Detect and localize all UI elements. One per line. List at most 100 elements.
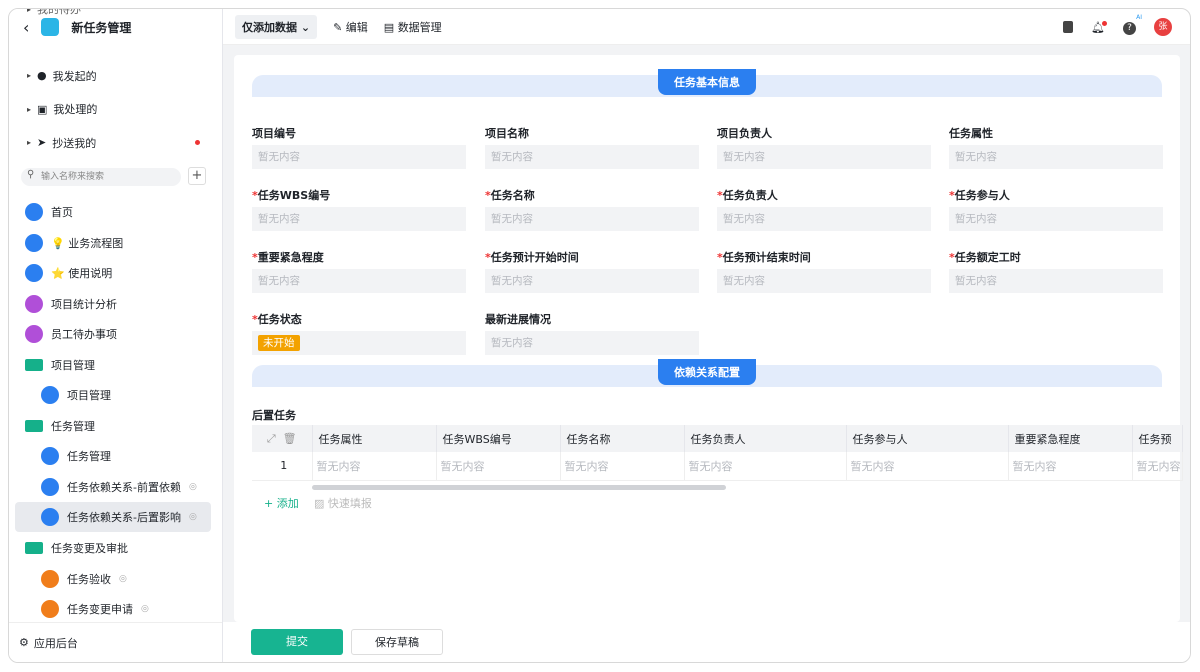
form-field: *任务预计结束时间 暂无内容 bbox=[717, 249, 931, 293]
field-label-text: 任务属性 bbox=[949, 127, 993, 140]
sidebar-item[interactable]: 项目管理 bbox=[15, 380, 211, 410]
sidebar-item-label: 任务变更及审批 bbox=[51, 542, 128, 555]
panel-icon[interactable] bbox=[1063, 21, 1074, 33]
mode-dropdown[interactable]: 仅添加数据 ⌄ bbox=[235, 14, 318, 39]
sidebar-item-label: ⭐ 使用说明 bbox=[51, 267, 113, 280]
edit-button[interactable]: ✎ 编辑 bbox=[333, 19, 368, 35]
table-cell[interactable]: 暂无内容 bbox=[312, 452, 437, 481]
sidebar-item[interactable]: 任务管理 bbox=[15, 441, 211, 471]
add-button[interactable]: + bbox=[188, 167, 206, 185]
field-input[interactable]: 暂无内容 bbox=[485, 269, 699, 293]
mode-label: 仅添加数据 bbox=[242, 20, 297, 34]
field-input[interactable]: 暂无内容 bbox=[717, 207, 931, 231]
form-card: 任务基本信息 项目编号 暂无内容 项目名称 暂无内容 项目负责人 暂无内容 任务属性 暂无内容… bbox=[234, 55, 1183, 622]
bell-icon[interactable]: 🔔︎ bbox=[1091, 20, 1107, 34]
group-initiated[interactable]: ▸ ● 我发起的 bbox=[9, 59, 222, 93]
avatar[interactable]: 张 bbox=[1154, 18, 1172, 36]
submit-button[interactable]: 提交 bbox=[251, 629, 343, 655]
column-header: 任务属性 bbox=[312, 425, 437, 452]
table-cell[interactable]: 暂无内容 bbox=[1008, 452, 1133, 481]
sidebar-item[interactable]: 💡 业务流程图 bbox=[15, 228, 211, 258]
save-draft-button[interactable]: 保存草稿 bbox=[351, 629, 443, 655]
sidebar-item-label: 任务管理 bbox=[67, 450, 111, 463]
sidebar-search-input[interactable]: 输入名称来搜索 bbox=[21, 168, 181, 186]
group-label: 我的待办 bbox=[37, 8, 82, 16]
trash-icon[interactable]: 🗑︎ bbox=[283, 432, 297, 445]
field-input[interactable]: 暂无内容 bbox=[252, 207, 466, 231]
field-label-text: 任务名称 bbox=[490, 189, 535, 202]
group-todo[interactable]: ▸ 我的待办 bbox=[9, 8, 222, 17]
sidebar-item[interactable]: 任务依赖关系-后置影响 ◎ bbox=[15, 502, 211, 532]
field-input[interactable]: 暂无内容 bbox=[485, 145, 699, 169]
sidebar-item[interactable]: 项目管理 bbox=[15, 350, 211, 380]
field-value[interactable]: 未开始 bbox=[252, 331, 466, 355]
field-input[interactable]: 暂无内容 bbox=[485, 331, 699, 355]
field-input[interactable]: 暂无内容 bbox=[252, 269, 466, 293]
ai-badge: AI bbox=[1136, 13, 1142, 21]
field-label: *任务负责人 bbox=[717, 187, 931, 207]
sidebar-item[interactable]: 任务验收 ◎ bbox=[15, 564, 211, 594]
field-label-text: 项目负责人 bbox=[717, 127, 772, 140]
send-icon: ➤ bbox=[37, 136, 47, 150]
quick-fill-button[interactable]: ▨ 快速填报 bbox=[314, 495, 372, 511]
expand-icon[interactable]: ⤢ bbox=[267, 432, 276, 445]
folder-icon bbox=[25, 420, 43, 432]
sidebar-item[interactable]: 首页 bbox=[15, 197, 211, 227]
group-label: 我处理的 bbox=[53, 103, 98, 117]
horizontal-scrollbar[interactable] bbox=[312, 485, 726, 490]
table-cell[interactable]: 暂无内容 bbox=[560, 452, 685, 481]
hidden-eye-icon: ◎ bbox=[119, 574, 127, 584]
check-box-icon: ▣ bbox=[37, 102, 48, 116]
table-cell[interactable]: 暂无内容 bbox=[846, 452, 1009, 481]
field-input[interactable]: 暂无内容 bbox=[949, 145, 1163, 169]
field-label-text: 项目编号 bbox=[252, 127, 296, 140]
field-input[interactable]: 暂无内容 bbox=[717, 269, 931, 293]
form-field: 项目编号 暂无内容 bbox=[252, 125, 466, 169]
sidebar-item[interactable]: 任务变更申请 ◎ bbox=[15, 594, 211, 624]
sidebar-item[interactable]: 员工待办事项 bbox=[15, 319, 211, 349]
field-input[interactable]: 暂无内容 bbox=[949, 269, 1163, 293]
caret-icon: ▸ bbox=[27, 138, 32, 148]
form-field: *任务名称 暂无内容 bbox=[485, 187, 699, 231]
search-icon: ⚲ bbox=[27, 169, 35, 180]
sidebar-item-label: 任务依赖关系-后置影响 bbox=[67, 511, 181, 524]
sidebar-item-label: 任务变更申请 bbox=[67, 603, 133, 616]
field-label-text: 任务额定工时 bbox=[954, 251, 1021, 264]
sidebar-item[interactable]: 任务依赖关系-前置依赖 ◎ bbox=[15, 472, 211, 502]
sidebar-item[interactable]: 项目统计分析 bbox=[15, 289, 211, 319]
page-icon bbox=[41, 447, 59, 465]
back-icon[interactable]: ‹ bbox=[23, 18, 29, 37]
table-cell[interactable]: 暂无内容 bbox=[684, 452, 847, 481]
form-field: *任务额定工时 暂无内容 bbox=[949, 249, 1163, 293]
field-label-text: 任务WBS编号 bbox=[257, 189, 331, 202]
field-input[interactable]: 暂无内容 bbox=[949, 207, 1163, 231]
page-icon bbox=[25, 264, 43, 282]
table-cell[interactable]: 暂无内容 bbox=[1132, 452, 1183, 481]
app-admin-link[interactable]: ⚙ 应用后台 bbox=[9, 622, 222, 662]
hidden-eye-icon: ◎ bbox=[188, 512, 197, 522]
data-manage-button[interactable]: ▤ 数据管理 bbox=[384, 19, 442, 35]
form-field: *任务负责人 暂无内容 bbox=[717, 187, 931, 231]
sidebar-item-label: 员工待办事项 bbox=[51, 328, 117, 341]
field-input[interactable]: 暂无内容 bbox=[717, 145, 931, 169]
table-cell[interactable]: 暂无内容 bbox=[436, 452, 561, 481]
field-input[interactable]: 暂无内容 bbox=[252, 145, 466, 169]
field-input[interactable]: 暂无内容 bbox=[485, 207, 699, 231]
field-label: 项目负责人 bbox=[717, 125, 931, 145]
sidebar-item[interactable]: 任务管理 bbox=[15, 411, 211, 441]
add-row-button[interactable]: + 添加 bbox=[264, 495, 299, 511]
group-handled[interactable]: ▸ ▣ 我处理的 bbox=[9, 93, 222, 127]
group-cc[interactable]: ▸ ➤ 抄送我的 bbox=[9, 126, 222, 160]
caret-icon: ▸ bbox=[27, 71, 32, 81]
page-icon bbox=[25, 234, 43, 252]
nav-groups: ▸ 我的待办 bbox=[9, 8, 222, 17]
hidden-eye-icon: ◎ bbox=[188, 482, 197, 492]
pencil-icon: ✎ bbox=[333, 20, 343, 34]
sidebar-item[interactable]: 任务变更及审批 bbox=[15, 533, 211, 563]
column-header: 任务负责人 bbox=[684, 425, 847, 452]
help-icon[interactable]: ? AI bbox=[1123, 14, 1142, 35]
status-badge: 未开始 bbox=[258, 335, 300, 351]
unread-dot bbox=[195, 140, 200, 146]
footer-label: 应用后台 bbox=[33, 636, 78, 650]
sidebar-item[interactable]: ⭐ 使用说明 bbox=[15, 258, 211, 288]
